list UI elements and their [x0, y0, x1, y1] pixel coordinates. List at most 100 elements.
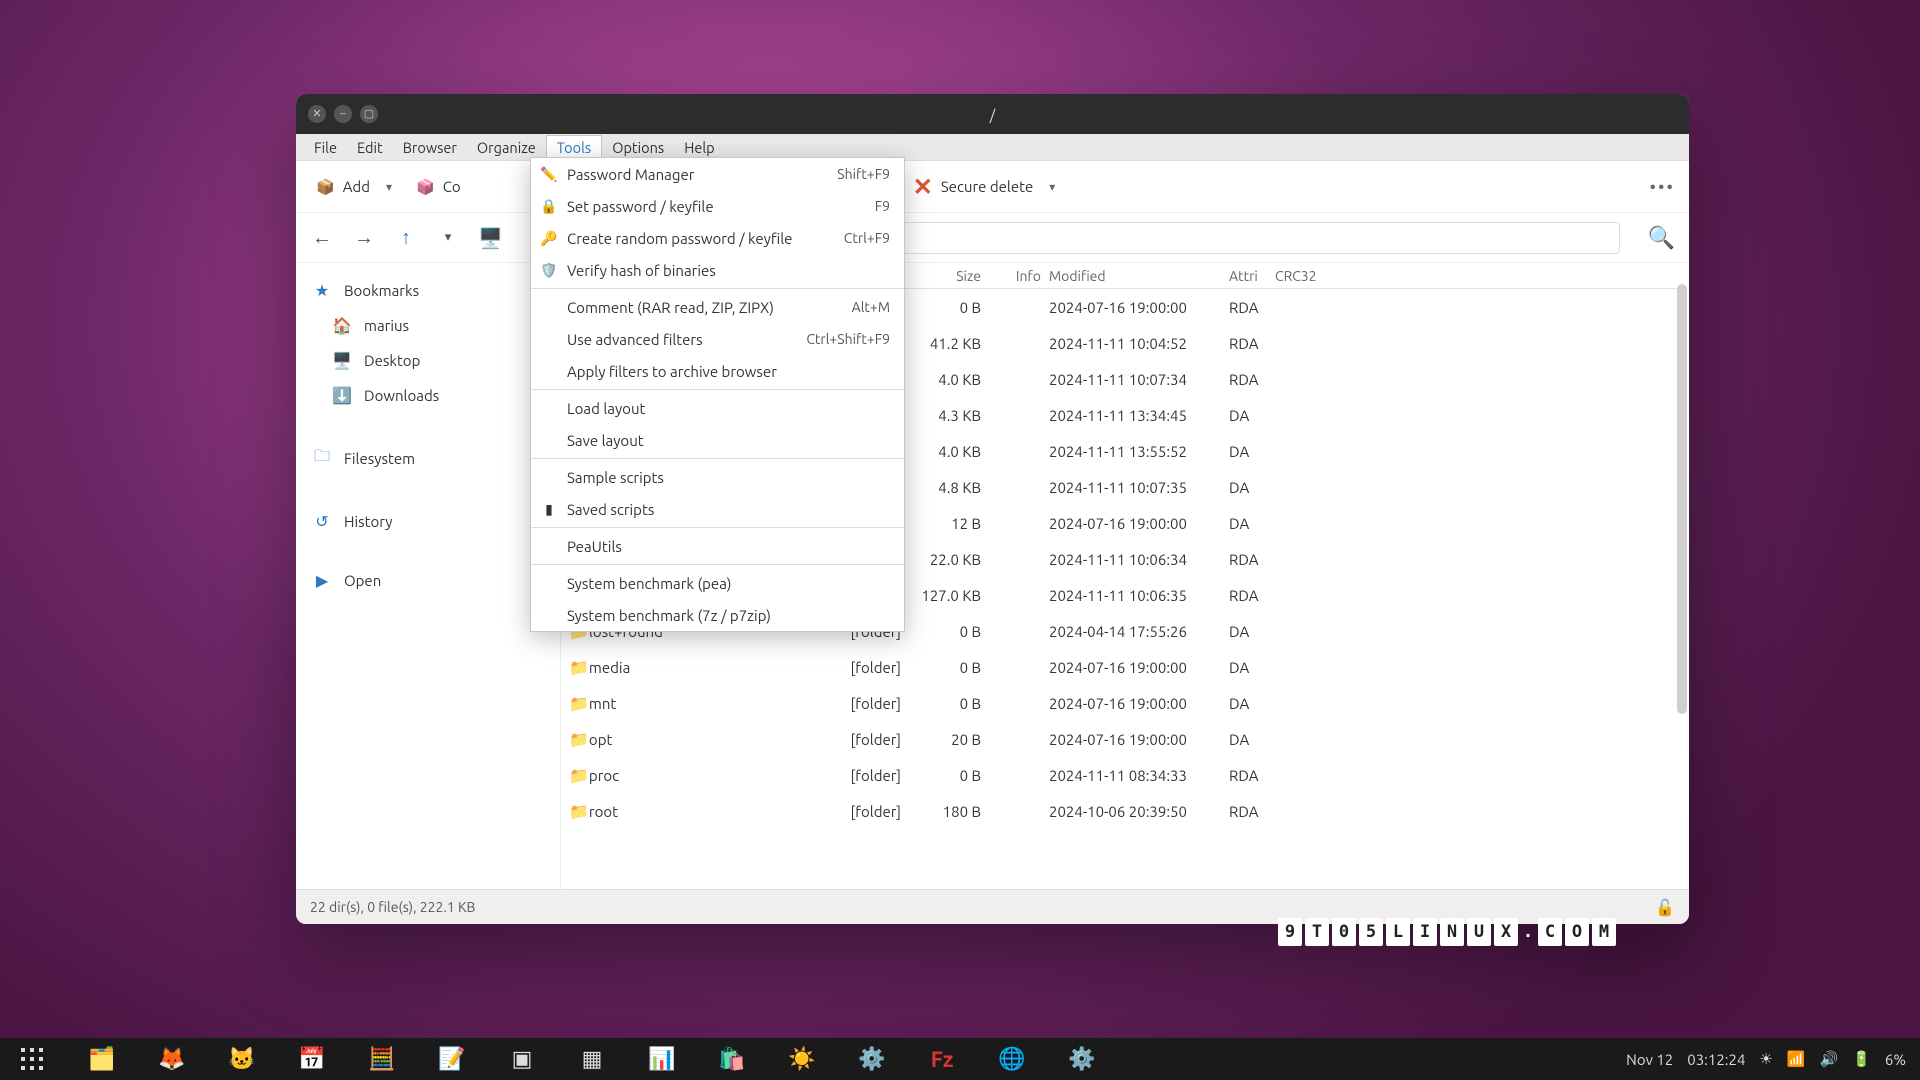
calculator-icon[interactable]: 🧮: [364, 1041, 400, 1077]
menu-item[interactable]: ✏️Password ManagerShift+F9: [531, 158, 904, 190]
apps-grid-icon[interactable]: [14, 1041, 50, 1077]
volume-icon[interactable]: 🔊: [1820, 1050, 1839, 1068]
menu-options[interactable]: Options: [602, 136, 674, 159]
menu-item[interactable]: Sample scripts: [531, 461, 904, 493]
nav-forward-button[interactable]: →: [352, 225, 376, 250]
col-attr[interactable]: Attri: [1229, 268, 1275, 284]
menu-item-label: Sample scripts: [567, 469, 664, 486]
battery-icon[interactable]: 🔋: [1852, 1050, 1871, 1068]
folder-icon: 📁: [569, 731, 589, 749]
menu-tools[interactable]: Tools: [546, 135, 602, 159]
menu-item[interactable]: Save layout: [531, 424, 904, 456]
sidebar-item-downloads[interactable]: ⬇️Downloads: [296, 378, 560, 413]
cat-icon[interactable]: 🐱: [224, 1041, 260, 1077]
menu-icon: 🔑: [539, 230, 559, 247]
file-attr: DA: [1229, 407, 1275, 424]
menu-item[interactable]: PeaUtils: [531, 530, 904, 562]
menu-item[interactable]: Apply filters to archive browser: [531, 355, 904, 387]
firefox-icon[interactable]: 🦊: [154, 1041, 190, 1077]
file-attr: RDA: [1229, 335, 1275, 352]
file-size: 0 B: [909, 299, 999, 316]
chevron-down-icon[interactable]: ▾: [386, 180, 392, 194]
calendar-icon[interactable]: 📅: [294, 1041, 330, 1077]
software-icon[interactable]: 🛍️: [714, 1041, 750, 1077]
wifi-icon[interactable]: 📶: [1787, 1050, 1806, 1068]
window-minimize-button[interactable]: –: [334, 105, 352, 123]
convert-label: Co: [443, 178, 461, 195]
menu-item[interactable]: Use advanced filtersCtrl+Shift+F9: [531, 323, 904, 355]
secure-delete-button[interactable]: ✕ Secure delete ▾: [907, 169, 1062, 205]
file-name: proc: [589, 767, 619, 784]
file-modified: 2024-10-06 20:39:50: [1049, 803, 1229, 820]
menu-item[interactable]: System benchmark (pea): [531, 567, 904, 599]
menu-item[interactable]: Load layout: [531, 392, 904, 424]
watermark: 9T05LINUX.COM: [1278, 918, 1616, 946]
window-title: /: [990, 106, 996, 123]
chrome-icon[interactable]: 🌐: [994, 1041, 1030, 1077]
col-modified[interactable]: Modified: [1049, 268, 1229, 284]
tray-time[interactable]: 03:12:24: [1687, 1051, 1745, 1068]
tray-date[interactable]: Nov 12: [1626, 1051, 1673, 1068]
file-size: 127.0 KB: [909, 587, 999, 604]
scrollbar-thumb[interactable]: [1677, 284, 1687, 714]
sidebar-item-desktop[interactable]: 🖥️Desktop: [296, 343, 560, 378]
lock-icon[interactable]: 🔓: [1655, 898, 1675, 917]
menu-item[interactable]: 🛡️Verify hash of binaries: [531, 254, 904, 286]
filezilla-icon[interactable]: Fz: [924, 1041, 960, 1077]
sidebar-open[interactable]: ▶ Open: [296, 563, 560, 598]
taskbar: 🗂️ 🦊 🐱 📅 🧮 📝 ▣ ▦ 📊 🛍️ ☀️ ⚙️ Fz 🌐 ⚙️ Nov …: [0, 1038, 1920, 1080]
files-app-icon[interactable]: 🗂️: [84, 1041, 120, 1077]
chevron-down-icon[interactable]: ▾: [1049, 180, 1055, 194]
window-close-button[interactable]: ✕: [308, 105, 326, 123]
menu-item-label: Create random password / keyfile: [567, 230, 792, 247]
search-icon[interactable]: 🔍: [1648, 225, 1675, 251]
col-crc[interactable]: CRC32: [1275, 268, 1335, 284]
col-info[interactable]: Info: [999, 268, 1049, 284]
menu-organize[interactable]: Organize: [467, 136, 546, 159]
brightness-icon[interactable]: ☀: [1759, 1050, 1772, 1068]
menu-item[interactable]: Comment (RAR read, ZIP, ZIPX)Alt+M: [531, 291, 904, 323]
menu-item[interactable]: ▮Saved scripts: [531, 493, 904, 525]
add-button[interactable]: 📦 Add ▾: [310, 174, 398, 200]
settings-icon[interactable]: ⚙️: [1064, 1041, 1100, 1077]
app-icon[interactable]: ☀️: [784, 1041, 820, 1077]
convert-button[interactable]: 📦 Co: [410, 174, 467, 200]
menu-edit[interactable]: Edit: [347, 136, 393, 159]
nav-up-button[interactable]: ↑: [394, 225, 418, 250]
window-maximize-button[interactable]: ▢: [360, 105, 378, 123]
vm-icon[interactable]: 📊: [644, 1041, 680, 1077]
menu-browser[interactable]: Browser: [393, 136, 467, 159]
menu-file[interactable]: File: [304, 136, 347, 159]
box-icon: 📦: [316, 178, 335, 196]
table-row[interactable]: 📁opt[folder]20 B2024-07-16 19:00:00DA: [561, 721, 1689, 757]
table-row[interactable]: 📁media[folder]0 B2024-07-16 19:00:00DA: [561, 649, 1689, 685]
menubar: FileEditBrowserOrganizeToolsOptionsHelp: [296, 134, 1689, 161]
chevron-down-icon[interactable]: ▾: [436, 230, 460, 245]
sidebar-history[interactable]: ↺ History: [296, 504, 560, 539]
menu-item[interactable]: System benchmark (7z / p7zip): [531, 599, 904, 631]
sidebar-item-marius[interactable]: 🏠marius: [296, 308, 560, 343]
sidebar-icon: 🏠: [332, 316, 352, 335]
file-name: opt: [589, 731, 612, 748]
sidebar-label: History: [344, 513, 393, 530]
sidebar-bookmarks[interactable]: ★ Bookmarks: [296, 273, 560, 308]
file-name: media: [589, 659, 630, 676]
boxes-icon[interactable]: ▦: [574, 1041, 610, 1077]
notes-icon[interactable]: 📝: [434, 1041, 470, 1077]
terminal-icon[interactable]: ▣: [504, 1041, 540, 1077]
steam-icon[interactable]: ⚙️: [854, 1041, 890, 1077]
sidebar-filesystem[interactable]: 🗀 Filesystem: [296, 437, 560, 480]
table-row[interactable]: 📁proc[folder]0 B2024-11-11 08:34:33RDA: [561, 757, 1689, 793]
file-name: mnt: [589, 695, 616, 712]
monitor-icon[interactable]: 🖥️: [478, 226, 502, 250]
menu-help[interactable]: Help: [674, 136, 724, 159]
nav-back-button[interactable]: ←: [310, 225, 334, 250]
menu-item[interactable]: 🔒Set password / keyfileF9: [531, 190, 904, 222]
menu-item[interactable]: 🔑Create random password / keyfileCtrl+F9: [531, 222, 904, 254]
history-icon: ↺: [312, 512, 332, 531]
col-size[interactable]: Size: [909, 268, 999, 284]
table-row[interactable]: 📁root[folder]180 B2024-10-06 20:39:50RDA: [561, 793, 1689, 829]
table-row[interactable]: 📁mnt[folder]0 B2024-07-16 19:00:00DA: [561, 685, 1689, 721]
file-size: 0 B: [909, 623, 999, 640]
more-button[interactable]: •••: [1650, 177, 1675, 197]
